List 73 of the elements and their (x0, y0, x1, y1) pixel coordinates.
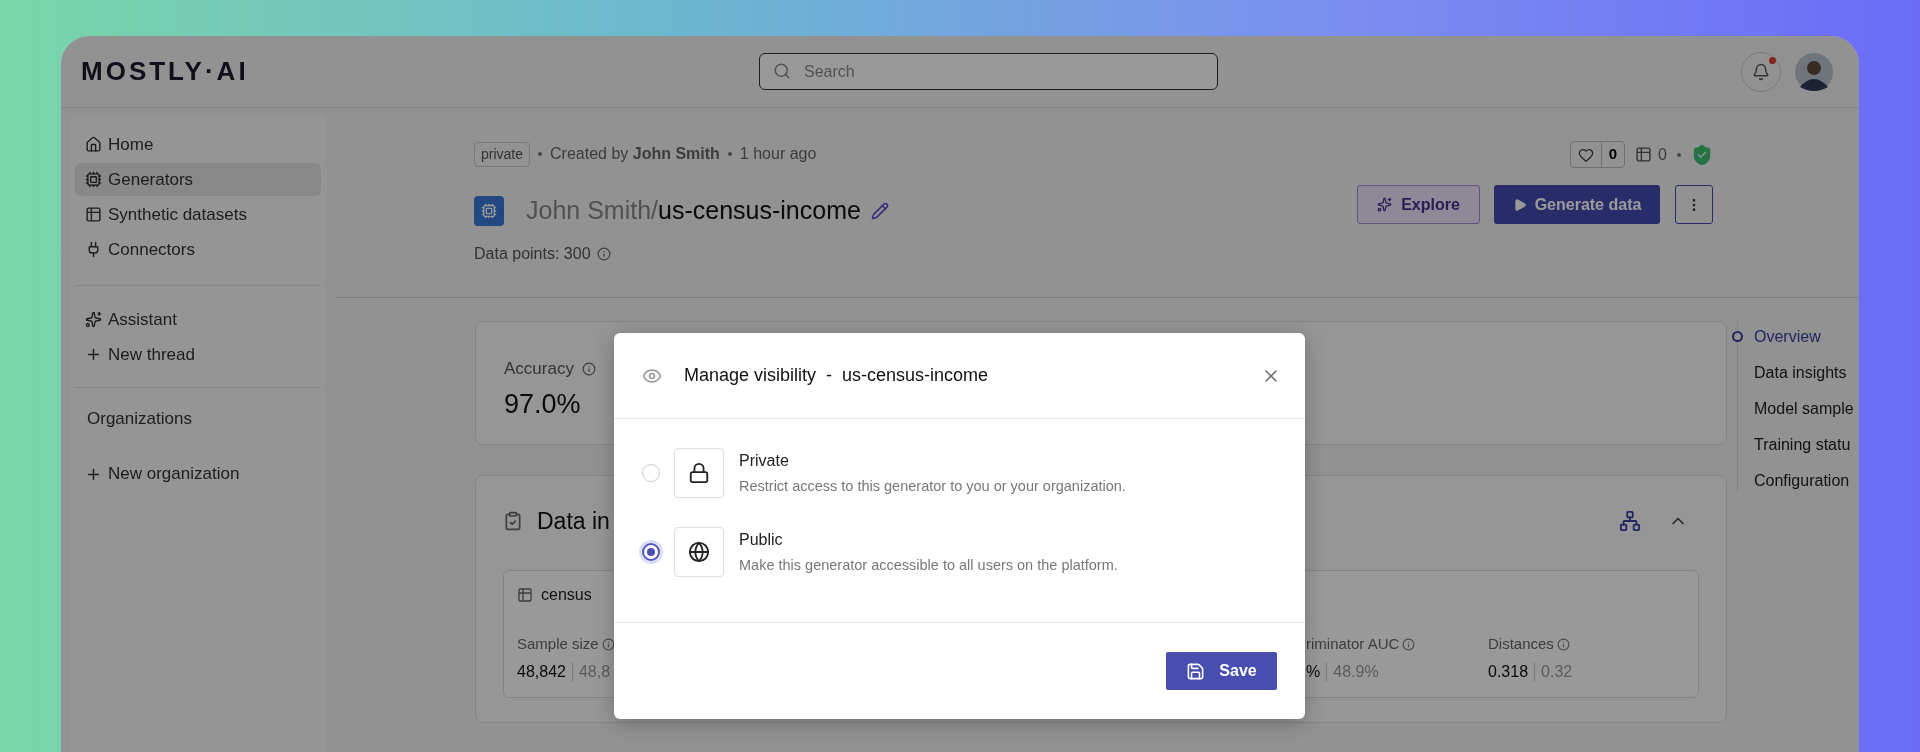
table-icon (517, 587, 533, 603)
explore-button[interactable]: Explore (1357, 185, 1480, 224)
edit-icon[interactable] (870, 202, 889, 220)
table-icon (85, 206, 102, 223)
sidebar-item[interactable]: Synthetic datasets (75, 198, 321, 231)
generate-data-button[interactable]: Generate data (1494, 185, 1660, 224)
sidebar-item[interactable]: Connectors (75, 233, 321, 266)
lock-icon (688, 462, 710, 484)
page-nav-link[interactable]: Training statu (1754, 432, 1851, 457)
heart-icon (1577, 146, 1594, 163)
sidebar-item[interactable]: Generators (75, 163, 321, 196)
logo: MOSTLY·AI (81, 55, 250, 88)
search-icon (773, 62, 791, 80)
metric-label: riminator AUC (1306, 634, 1400, 654)
diagram-icon[interactable] (1619, 510, 1641, 532)
play-icon (1512, 197, 1527, 212)
metric-label: Distances (1488, 634, 1554, 654)
created-by-text: Created by John Smith (550, 144, 720, 164)
search-field[interactable]: Search (759, 53, 1218, 90)
bell-icon (1752, 62, 1770, 81)
table-icon (1635, 146, 1653, 163)
data-points-text: Data points: 300 (474, 244, 591, 264)
page-nav-link[interactable]: Configuration (1754, 468, 1850, 493)
sidebar-item[interactable]: New organization (75, 457, 321, 491)
metric-label: Sample size (517, 634, 599, 654)
section-title: Data in (537, 506, 610, 536)
chip-icon (85, 171, 102, 188)
created-time: 1 hour ago (739, 144, 817, 164)
metric-value: 48,842 (517, 661, 566, 682)
accuracy-label: Accuracy (504, 358, 574, 380)
generator-icon (474, 196, 504, 226)
info-icon (581, 361, 596, 376)
dialog-subject: us-census-income (842, 364, 989, 387)
option-description: Make this generator accessible to all users on the platform. (739, 555, 1118, 575)
visibility-badge: private (474, 141, 531, 167)
sidebar-item[interactable]: Home (75, 128, 321, 161)
info-icon (1556, 637, 1570, 651)
metric-reference: 48,8 (578, 661, 611, 682)
more-button[interactable] (1675, 185, 1713, 224)
option-title: Public (739, 529, 784, 550)
metric-reference: 48.9% (1333, 661, 1379, 682)
radio-button[interactable] (642, 543, 660, 561)
sparkle-icon (1377, 197, 1393, 212)
page-nav-link[interactable]: Data insights (1754, 360, 1847, 385)
accuracy-value: 97.0% (504, 387, 582, 421)
info-icon (1402, 637, 1416, 651)
clipboard-icon (503, 511, 523, 531)
save-icon (1186, 661, 1206, 681)
home-icon (85, 136, 102, 153)
metric-reference: 0.32 (1541, 661, 1573, 682)
sparkle-icon (85, 311, 102, 328)
like-counter[interactable]: 0 (1569, 141, 1626, 168)
sidebar-item[interactable]: Assistant (75, 303, 321, 336)
avatar[interactable] (1795, 52, 1833, 91)
table-name: census (541, 585, 592, 605)
owner-name: John Smith/ (526, 195, 658, 227)
page-nav-link[interactable]: Model sample (1754, 396, 1854, 421)
section-title: Organizations (86, 408, 193, 430)
dataset-count: 0 (1658, 144, 1667, 165)
save-button[interactable]: Save (1166, 652, 1277, 690)
option-title: Private (739, 450, 790, 471)
info-icon (601, 637, 615, 651)
globe-icon (688, 541, 710, 563)
metric-value: % (1306, 661, 1321, 682)
plus-icon (85, 346, 102, 363)
sidebar-item[interactable]: New thread (75, 338, 321, 371)
dialog-title: Manage visibility (684, 364, 817, 387)
metric-value: 0.318 (1488, 661, 1529, 682)
page-nav-link[interactable]: Overview (1754, 324, 1821, 349)
generator-name: us-census-income (658, 195, 861, 227)
info-icon (596, 247, 611, 261)
title-separator: - (826, 364, 833, 387)
option-description: Restrict access to this generator to you or your organization. (739, 476, 1126, 496)
